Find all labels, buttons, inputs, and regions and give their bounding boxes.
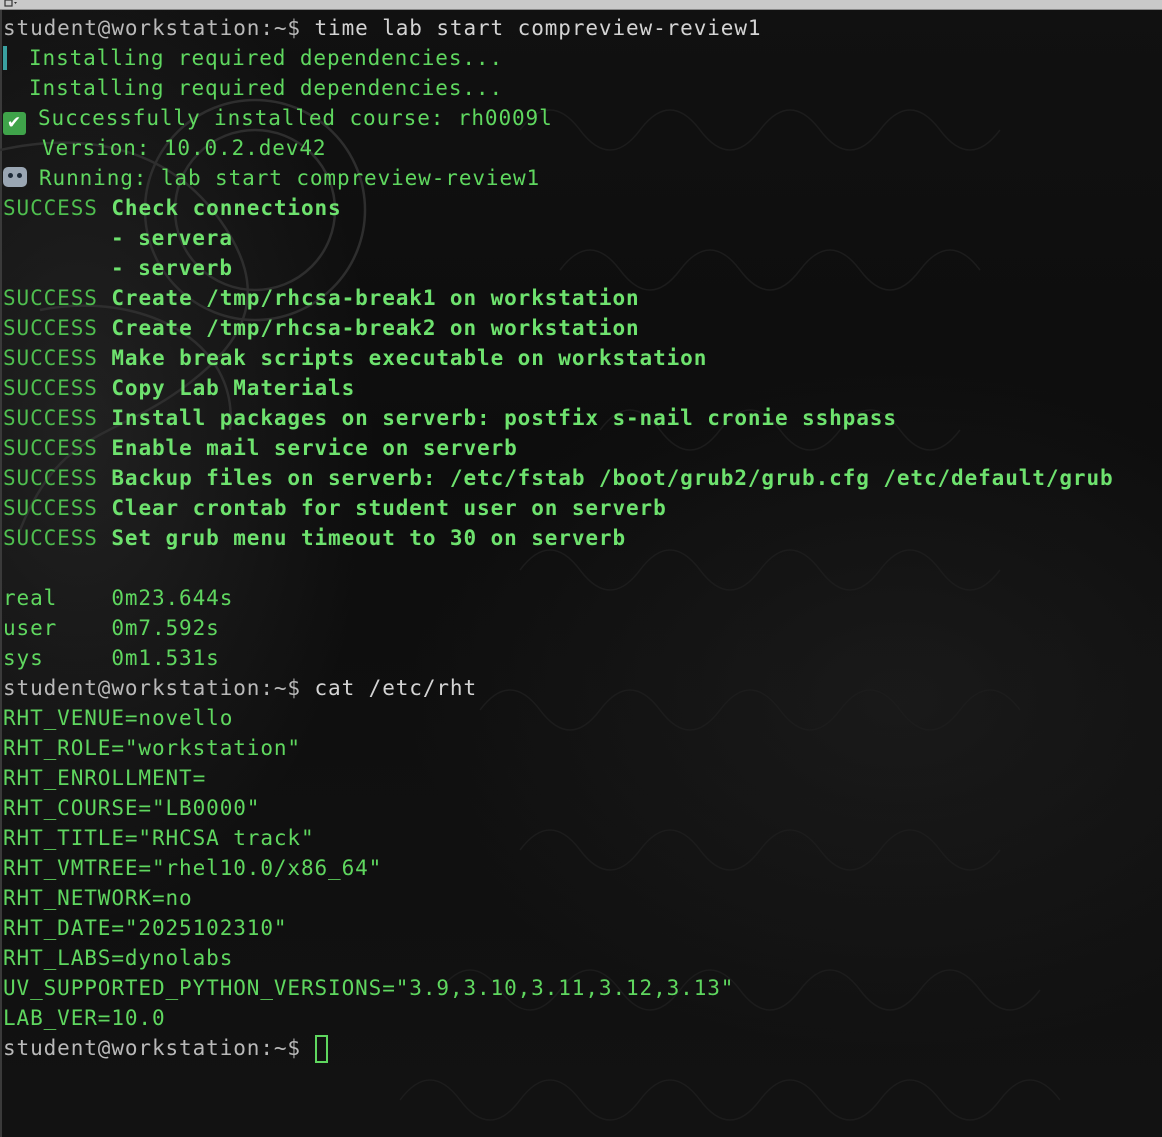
status-message: Installing required dependencies... [29,76,504,100]
task-description: Check connections [111,196,342,220]
terminal-line: sys 0m1.531s [3,643,1159,673]
terminal-line: RHT_ENROLLMENT= [3,763,1159,793]
output-text: RHT_NETWORK=no [3,886,193,910]
task-description: Make break scripts executable on worksta… [111,346,708,370]
shell-prompt: student@workstation:~$ [3,1036,315,1060]
progress-spinner-icon [3,46,7,70]
success-status-label: SUCCESS [3,436,98,460]
success-status-label: SUCCESS [3,346,98,370]
success-status-label: SUCCESS [3,376,98,400]
terminal-cursor[interactable] [314,1035,328,1063]
success-message: Successfully installed course: rh0009l [38,106,553,130]
terminal-line: SUCCESS Create /tmp/rhcsa-break2 on work… [3,313,1159,343]
output-text: RHT_TITLE="RHCSA track" [3,826,315,850]
terminal-line: Installing required dependencies... [3,73,1159,103]
task-description: Create /tmp/rhcsa-break2 on workstation [111,316,640,340]
success-status-label: SUCCESS [3,466,98,490]
host-item: - serverb [111,256,233,280]
terminal-line: SUCCESS Backup files on serverb: /etc/fs… [3,463,1159,493]
shell-prompt: student@workstation:~$ [3,16,315,40]
terminal-line: RHT_ROLE="workstation" [3,733,1159,763]
success-status-label: SUCCESS [3,196,98,220]
output-text: RHT_VENUE=novello [3,706,234,730]
success-status-label: SUCCESS [3,406,98,430]
success-status-label: SUCCESS [3,286,98,310]
task-description: Enable mail service on serverb [111,436,518,460]
terminal-line: ✔ Successfully installed course: rh0009l [3,103,1159,135]
terminal-line: RHT_VENUE=novello [3,703,1159,733]
output-text: RHT_LABS=dynolabs [3,946,234,970]
terminal-line: SUCCESS Clear crontab for student user o… [3,493,1159,523]
task-description: Copy Lab Materials [111,376,356,400]
status-message: Installing required dependencies... [29,46,504,70]
check-mark-icon: ✔ [3,112,26,135]
output-text: sys 0m1.531s [3,646,220,670]
output-text: RHT_ENROLLMENT= [3,766,207,790]
terminal-line: RHT_DATE="2025102310" [3,913,1159,943]
task-description: Backup files on serverb: /etc/fstab /boo… [111,466,1114,490]
terminal-line: LAB_VER=10.0 [3,1003,1159,1033]
terminal-line: SUCCESS Make break scripts executable on… [3,343,1159,373]
success-status-label: SUCCESS [3,496,98,520]
terminal-line: - servera [3,223,1159,253]
terminal-line: student@workstation:~$ time lab start co… [3,13,1159,43]
output-text: UV_SUPPORTED_PYTHON_VERSIONS="3.9,3.10,3… [3,976,735,1000]
version-text: Version: 10.0.2.dev42 [42,136,327,160]
task-description: Install packages on serverb: postfix s-n… [111,406,897,430]
terminal-line: RHT_COURSE="LB0000" [3,793,1159,823]
success-status-label: SUCCESS [3,316,98,340]
task-description: Create /tmp/rhcsa-break1 on workstation [111,286,640,310]
terminal-line: student@workstation:~$ cat /etc/rht [3,673,1159,703]
terminal-line: Running: lab start compreview-review1 [3,163,1159,193]
terminal-line: real 0m23.644s [3,583,1159,613]
output-text: RHT_ROLE="workstation" [3,736,301,760]
output-text: user 0m7.592s [3,616,220,640]
terminal-line: RHT_NETWORK=no [3,883,1159,913]
terminal-line: Installing required dependencies... [3,43,1159,73]
terminal-line: RHT_VMTREE="rhel10.0/x86_64" [3,853,1159,883]
terminal-line: - serverb [3,253,1159,283]
terminal-line: SUCCESS Create /tmp/rhcsa-break1 on work… [3,283,1159,313]
terminal-line: student@workstation:~$ [3,1033,1159,1063]
command-text: cat /etc/rht [314,676,478,700]
terminal-window[interactable]: student@workstation:~$ time lab start co… [0,0,1162,1137]
robot-icon [3,167,27,187]
host-item: - servera [111,226,233,250]
task-description: Set grub menu timeout to 30 on serverb [111,526,626,550]
terminal-line: SUCCESS Enable mail service on serverb [3,433,1159,463]
window-top-bar [0,0,1162,10]
shell-prompt: student@workstation:~$ [3,676,315,700]
terminal-line: RHT_LABS=dynolabs [3,943,1159,973]
terminal-output[interactable]: student@workstation:~$ time lab start co… [3,13,1159,1063]
terminal-line: RHT_TITLE="RHCSA track" [3,823,1159,853]
terminal-line: UV_SUPPORTED_PYTHON_VERSIONS="3.9,3.10,3… [3,973,1159,1003]
terminal-line: SUCCESS Set grub menu timeout to 30 on s… [3,523,1159,553]
command-text: time lab start compreview-review1 [314,16,762,40]
terminal-line: SUCCESS Check connections [3,193,1159,223]
output-text: real 0m23.644s [3,586,234,610]
terminal-line: SUCCESS Install packages on serverb: pos… [3,403,1159,433]
menu-dropdown-icon[interactable] [4,0,18,8]
output-text: RHT_DATE="2025102310" [3,916,288,940]
output-text: RHT_COURSE="LB0000" [3,796,261,820]
task-description: Clear crontab for student user on server… [111,496,667,520]
output-text: LAB_VER=10.0 [3,1006,166,1030]
success-status-label: SUCCESS [3,526,98,550]
terminal-line: SUCCESS Copy Lab Materials [3,373,1159,403]
terminal-line: Version: 10.0.2.dev42 [3,133,1159,163]
terminal-line: user 0m7.592s [3,613,1159,643]
running-message: Running: lab start compreview-review1 [39,166,541,190]
output-text: RHT_VMTREE="rhel10.0/x86_64" [3,856,383,880]
